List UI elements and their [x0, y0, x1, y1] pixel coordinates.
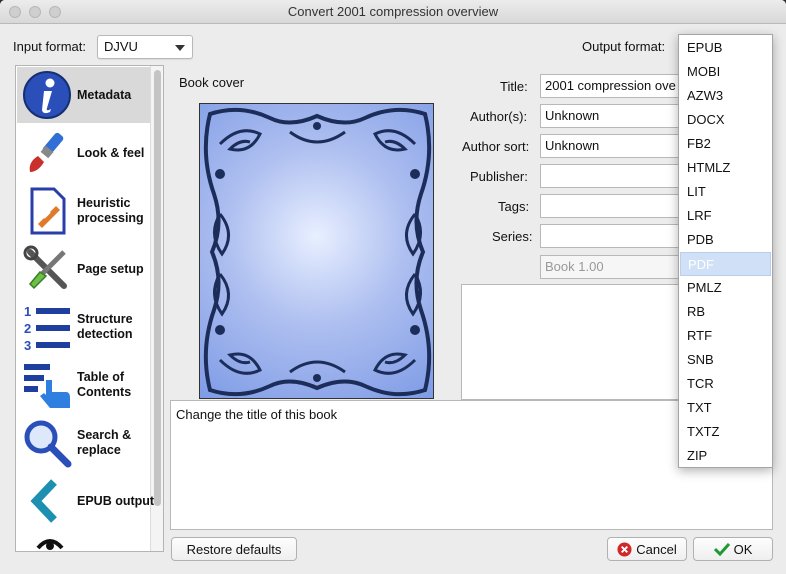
chevron-left-icon — [30, 479, 57, 523]
output-format-option[interactable]: DOCX — [680, 108, 771, 132]
sidebar-item-label: Table of Contents — [77, 370, 132, 399]
tools-icon — [23, 245, 67, 290]
title-label: Title: — [500, 79, 528, 94]
output-format-dropdown[interactable]: EPUB MOBI AZW3 DOCX FB2 HTMLZ LIT LRF PDB PDF PMLZ… — [678, 34, 773, 468]
input-format-value: DJVU — [104, 39, 138, 54]
publisher-input[interactable] — [540, 164, 690, 188]
sidebar-item-label: Metadata — [77, 87, 132, 102]
sidebar-item-epub-output[interactable]: EPUB output — [17, 473, 154, 529]
authors-label: Author(s): — [470, 109, 528, 124]
zoom-window-button[interactable] — [49, 6, 61, 18]
sidebar-item-label: Heuristic processing — [77, 196, 144, 225]
author-sort-label: Author sort: — [462, 139, 530, 154]
input-format-label: Input format: — [13, 39, 86, 54]
output-format-option[interactable]: LIT — [680, 180, 771, 204]
output-format-option[interactable]: TXT — [680, 396, 771, 420]
heuristic-document-icon — [30, 187, 66, 235]
series-index-input[interactable]: Book 1.00 — [540, 255, 690, 279]
sidebar-item-label: Page setup — [77, 261, 144, 276]
sidebar-item-search-replace[interactable]: Search & replace — [17, 415, 150, 471]
title-bar: Convert 2001 compression overview — [0, 0, 786, 24]
sidebar-item-label: Structure detection — [77, 312, 133, 341]
next-section-icon — [36, 539, 64, 550]
output-format-option[interactable]: TCR — [680, 372, 771, 396]
restore-defaults-button[interactable]: Restore defaults — [171, 537, 297, 561]
title-input[interactable]: 2001 compression ove — [540, 74, 690, 98]
book-cover-label: Book cover — [179, 75, 245, 90]
checkmark-icon — [713, 542, 730, 556]
sidebar-item-look-feel[interactable]: Look & feel — [17, 125, 150, 181]
cancel-label: Cancel — [636, 541, 677, 557]
sidebar-item-structure[interactable]: 1 2 3 Structure detection — [17, 299, 150, 355]
comments-panel[interactable] — [461, 284, 681, 400]
tags-input[interactable] — [540, 194, 690, 218]
series-label: Series: — [492, 229, 533, 244]
chevron-down-icon — [175, 45, 185, 51]
output-format-option[interactable]: EPUB — [680, 36, 771, 60]
minimize-window-button[interactable] — [29, 6, 41, 18]
output-format-option[interactable]: MOBI — [680, 60, 771, 84]
tags-label: Tags: — [498, 199, 530, 214]
output-format-option[interactable]: RB — [680, 300, 771, 324]
output-format-option[interactable]: RTF — [680, 324, 771, 348]
help-text: Change the title of this book — [176, 407, 338, 422]
close-window-button[interactable] — [9, 6, 21, 18]
sidebar-item-label: Search & replace — [77, 428, 132, 457]
numbered-list-icon: 1 2 3 — [24, 304, 70, 352]
sidebar-item-heuristic[interactable]: Heuristic processing — [17, 183, 150, 239]
output-format-option[interactable]: PDB — [680, 228, 771, 252]
settings-sidebar: Metadata Look & feel Heuristic processin… — [15, 65, 164, 552]
info-icon — [23, 71, 71, 119]
magnifier-icon — [24, 420, 72, 468]
authors-input[interactable]: Unknown — [540, 104, 690, 128]
series-input[interactable] — [540, 224, 690, 248]
output-format-option[interactable]: TXTZ — [680, 420, 771, 444]
window-title: Convert 2001 compression overview — [287, 4, 499, 19]
sidebar-item-metadata[interactable]: Metadata — [17, 67, 150, 123]
ornamental-frame-icon — [203, 107, 432, 397]
paintbrush-icon — [29, 132, 64, 172]
ok-button[interactable]: OK — [693, 537, 773, 561]
restore-defaults-label: Restore defaults — [186, 541, 282, 557]
output-format-option[interactable]: FB2 — [680, 132, 771, 156]
output-format-option[interactable]: HTMLZ — [680, 156, 771, 180]
output-format-option[interactable]: AZW3 — [680, 84, 771, 108]
ok-label: OK — [733, 541, 753, 557]
sidebar-item-toc[interactable]: Table of Contents — [17, 357, 150, 413]
publisher-label: Publisher: — [470, 169, 528, 184]
toc-icon — [24, 364, 70, 408]
sidebar-item-page-setup[interactable]: Page setup — [17, 241, 150, 297]
output-format-option[interactable]: PDF — [680, 252, 771, 276]
output-format-label: Output format: — [582, 39, 666, 54]
sidebar-item-label: Look & feel — [77, 145, 145, 160]
cancel-icon — [617, 541, 632, 557]
svg-text:2: 2 — [24, 321, 31, 336]
convert-dialog: Convert 2001 compression overview Input … — [0, 0, 786, 574]
input-format-select[interactable]: DJVU — [97, 35, 193, 59]
output-format-option[interactable]: PMLZ — [680, 276, 771, 300]
svg-text:3: 3 — [24, 338, 31, 352]
svg-text:1: 1 — [24, 304, 31, 319]
output-format-option[interactable]: LRF — [680, 204, 771, 228]
book-cover-image[interactable] — [199, 103, 434, 399]
author-sort-input[interactable]: Unknown — [540, 134, 690, 158]
sidebar-item-label: EPUB output — [77, 493, 155, 508]
output-format-option[interactable]: ZIP — [680, 444, 771, 468]
cancel-button[interactable]: Cancel — [607, 537, 687, 561]
output-format-option[interactable]: SNB — [680, 348, 771, 372]
